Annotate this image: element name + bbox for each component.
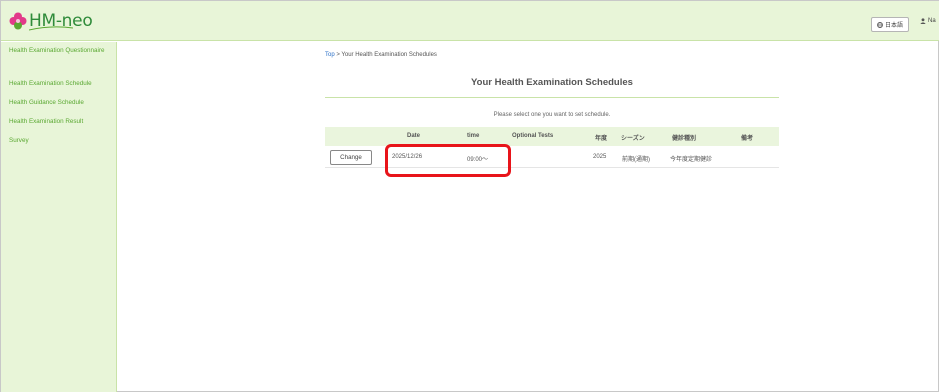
sidebar-item-health-examination-schedule[interactable]: Health Examination Schedule [9,80,113,89]
cell-season: 前期(通期) [622,157,650,163]
column-header-time: time [467,133,480,139]
sidebar-item-health-examination-result[interactable]: Health Examination Result [9,118,113,127]
user-menu[interactable]: Na [920,18,936,24]
language-button[interactable]: 日本語 [871,17,910,32]
breadcrumb-top-link[interactable]: Top [325,52,335,58]
logo-swoosh-icon [29,26,73,31]
cell-year: 2025 [593,154,607,160]
change-button[interactable]: Change [330,150,372,165]
page-title: Your Health Examination Schedules [471,77,633,88]
column-header-date: Date [407,133,421,139]
sidebar-item-health-examination-questionnaire[interactable]: Health Examination Questionnaire [9,47,113,56]
top-bar: HM-neo 日本語 Na [1,1,939,41]
column-header-exam-type: 健診種別 [672,136,697,142]
breadcrumb-current: Your Health Examination Schedules [341,52,437,58]
clover-logo-icon [9,12,27,30]
breadcrumb: Top > Your Health Examination Schedules [325,52,437,58]
cell-exam-type: 今年度定期健診 [670,157,713,163]
column-header-remarks: 備考 [741,136,754,142]
highlight-annotation [385,144,511,177]
sidebar-item-survey[interactable]: Survey [9,137,113,146]
sidebar: Health Examination Questionnaire Health … [1,42,117,392]
column-header-season: シーズン [621,136,645,142]
sidebar-item-health-guidance-schedule[interactable]: Health Guidance Schedule [9,99,113,108]
instruction-text: Please select one you want to set schedu… [493,112,611,118]
column-header-optional-tests: Optional Tests [512,133,554,139]
title-divider [325,97,779,98]
user-icon [920,18,926,24]
language-label: 日本語 [885,23,904,29]
column-header-year: 年度 [595,136,608,142]
globe-icon [877,21,883,28]
user-name: Na [928,18,936,24]
